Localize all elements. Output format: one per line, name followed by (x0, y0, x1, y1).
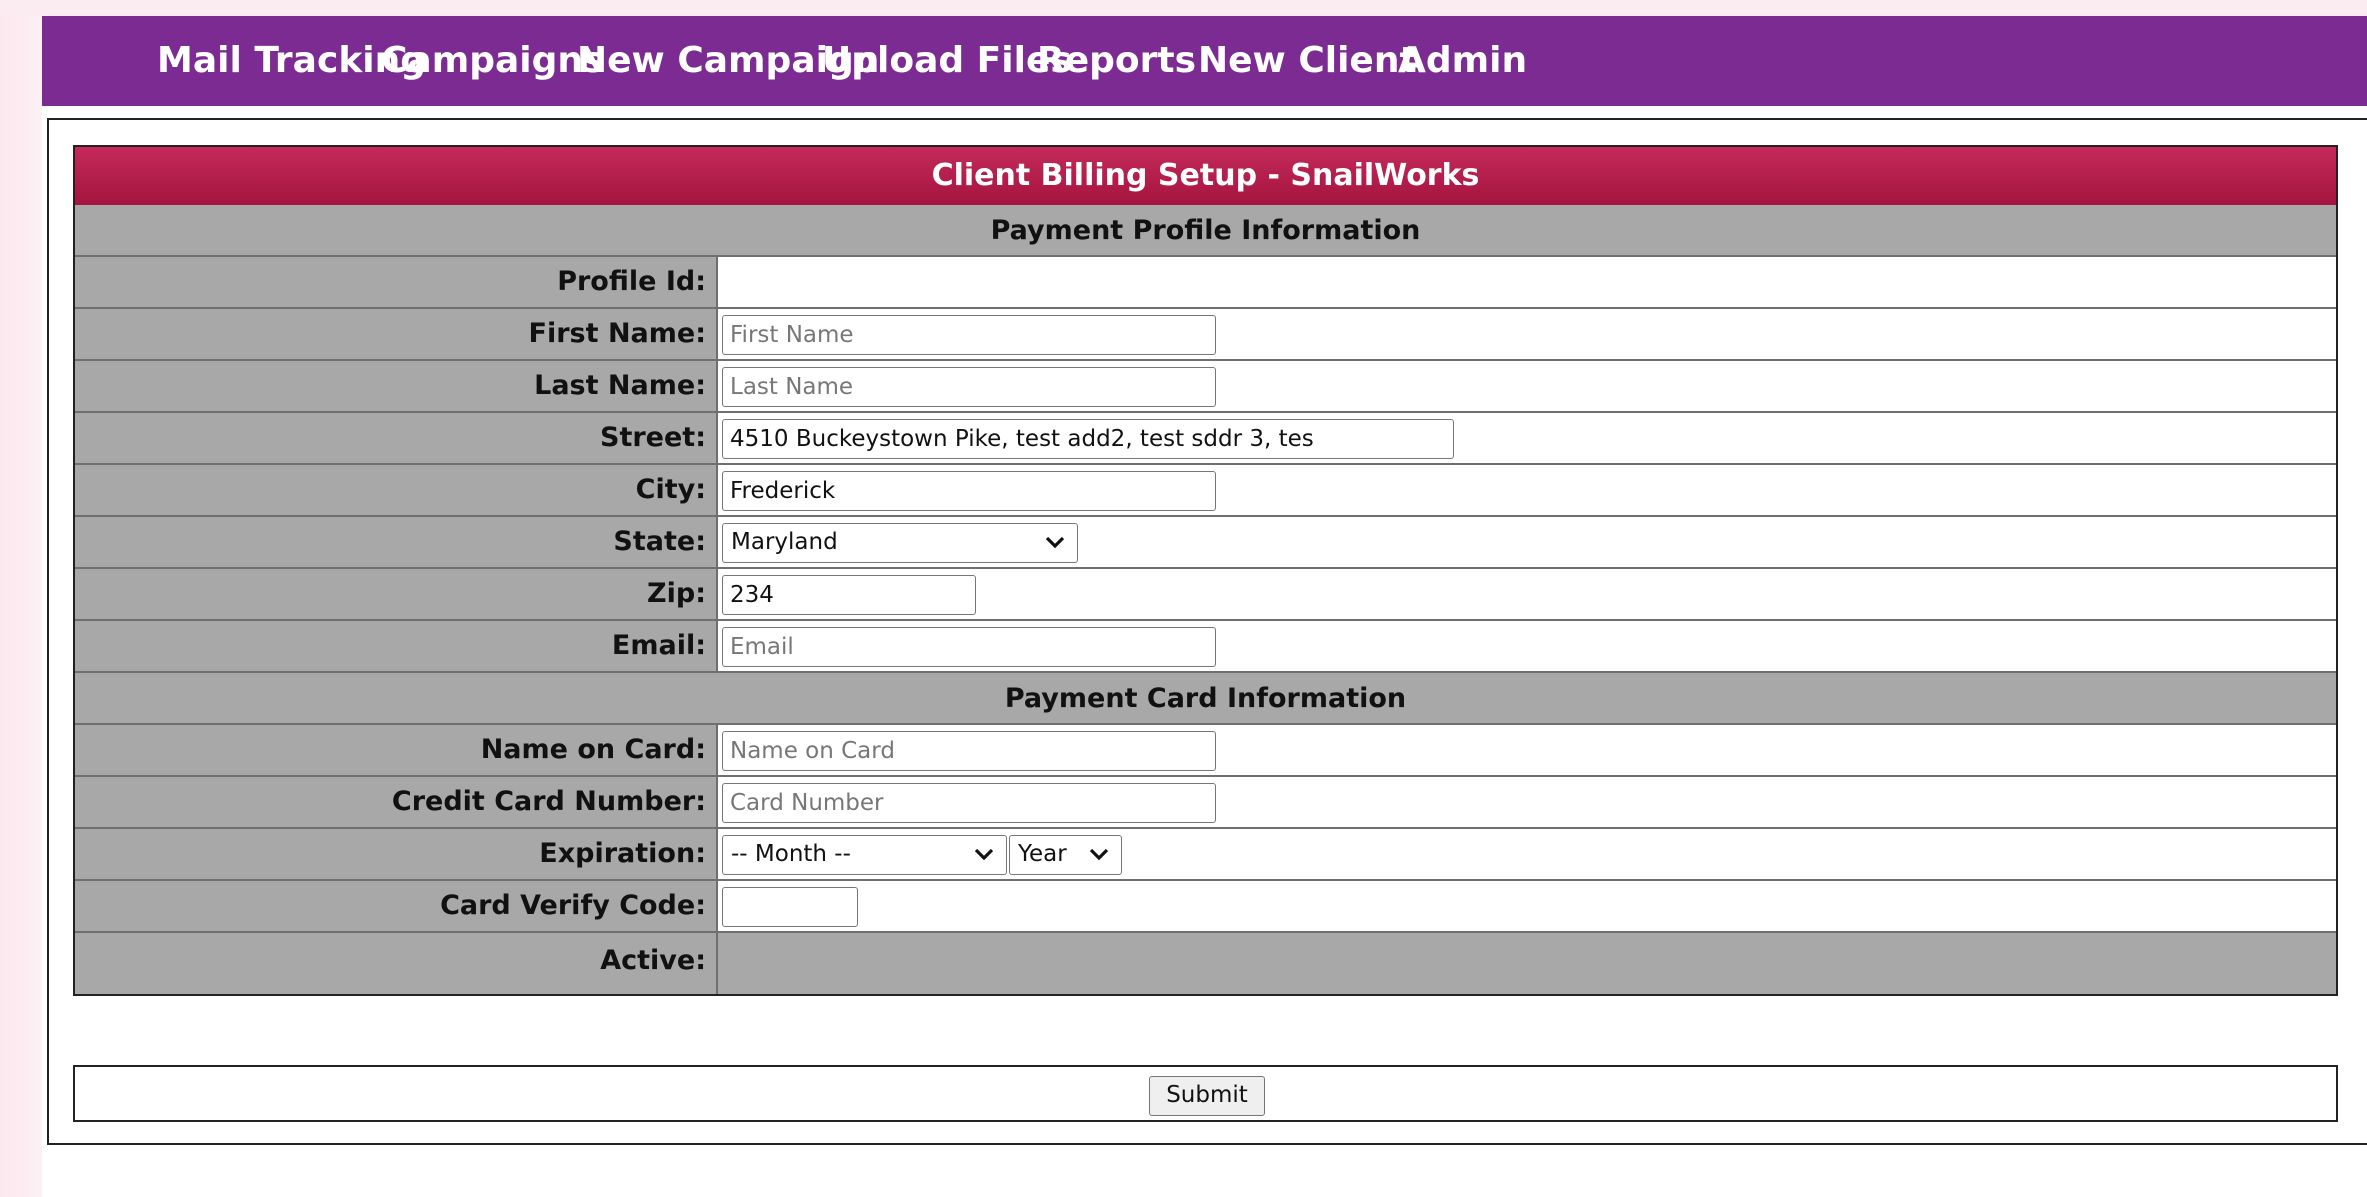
row-expiration: Expiration: -- Month -- Year (75, 829, 2336, 881)
first-name-input[interactable] (722, 315, 1216, 355)
street-label: Street: (75, 413, 718, 463)
nav-new-client[interactable]: New Client (1198, 16, 1417, 106)
top-navigation-bar: Mail Tracking Campaigns New Campaign Upl… (42, 16, 2367, 106)
row-last-name: Last Name: (75, 361, 2336, 413)
active-label: Active: (75, 933, 718, 994)
city-label: City: (75, 465, 718, 515)
row-street: Street: (75, 413, 2336, 465)
expiration-year-select[interactable]: Year (1009, 835, 1122, 875)
card-verify-code-label: Card Verify Code: (75, 881, 718, 931)
name-on-card-input[interactable] (722, 731, 1216, 771)
state-label: State: (75, 517, 718, 567)
city-input[interactable] (722, 471, 1216, 511)
section-header-payment-profile: Payment Profile Information (75, 205, 2336, 257)
nav-reports[interactable]: Reports (1037, 16, 1196, 106)
billing-setup-form: Client Billing Setup - SnailWorks Paymen… (73, 145, 2338, 996)
profile-id-value (718, 257, 2336, 307)
submit-button[interactable]: Submit (1149, 1076, 1265, 1116)
nav-admin[interactable]: Admin (1398, 16, 1527, 106)
row-state: State: Maryland (75, 517, 2336, 569)
row-city: City: (75, 465, 2336, 517)
card-number-label: Credit Card Number: (75, 777, 718, 827)
zip-label: Zip: (75, 569, 718, 619)
profile-id-label: Profile Id: (75, 257, 718, 307)
state-select[interactable]: Maryland (722, 523, 1078, 563)
email-input[interactable] (722, 627, 1216, 667)
form-title: Client Billing Setup - SnailWorks (75, 147, 2336, 205)
last-name-input[interactable] (722, 367, 1216, 407)
state-selected-value: Maryland (731, 529, 838, 555)
page-top-band (0, 0, 2367, 16)
page-margin-band (0, 0, 42, 1197)
chevron-down-icon (974, 848, 994, 861)
name-on-card-label: Name on Card: (75, 725, 718, 775)
expiration-label: Expiration: (75, 829, 718, 879)
nav-campaigns[interactable]: Campaigns (381, 16, 604, 106)
email-label: Email: (75, 621, 718, 671)
card-verify-code-input[interactable] (722, 887, 858, 927)
row-profile-id: Profile Id: (75, 257, 2336, 309)
row-first-name: First Name: (75, 309, 2336, 361)
expiration-month-value: -- Month -- (731, 841, 851, 867)
nav-upload-files[interactable]: Upload Files (822, 16, 1072, 106)
section-header-payment-card: Payment Card Information (75, 673, 2336, 725)
row-email: Email: (75, 621, 2336, 673)
zip-input[interactable] (722, 575, 976, 615)
row-name-on-card: Name on Card: (75, 725, 2336, 777)
expiration-year-value: Year (1018, 841, 1067, 867)
row-card-number: Credit Card Number: (75, 777, 2336, 829)
chevron-down-icon (1045, 536, 1065, 549)
card-number-input[interactable] (722, 783, 1216, 823)
row-card-verify-code: Card Verify Code: (75, 881, 2336, 933)
row-active: Active: (75, 933, 2336, 994)
chevron-down-icon (1089, 848, 1109, 861)
submit-bar: Submit (73, 1065, 2338, 1122)
street-input[interactable] (722, 419, 1454, 459)
expiration-month-select[interactable]: -- Month -- (722, 835, 1007, 875)
row-zip: Zip: (75, 569, 2336, 621)
first-name-label: First Name: (75, 309, 718, 359)
last-name-label: Last Name: (75, 361, 718, 411)
active-value (718, 933, 2336, 994)
